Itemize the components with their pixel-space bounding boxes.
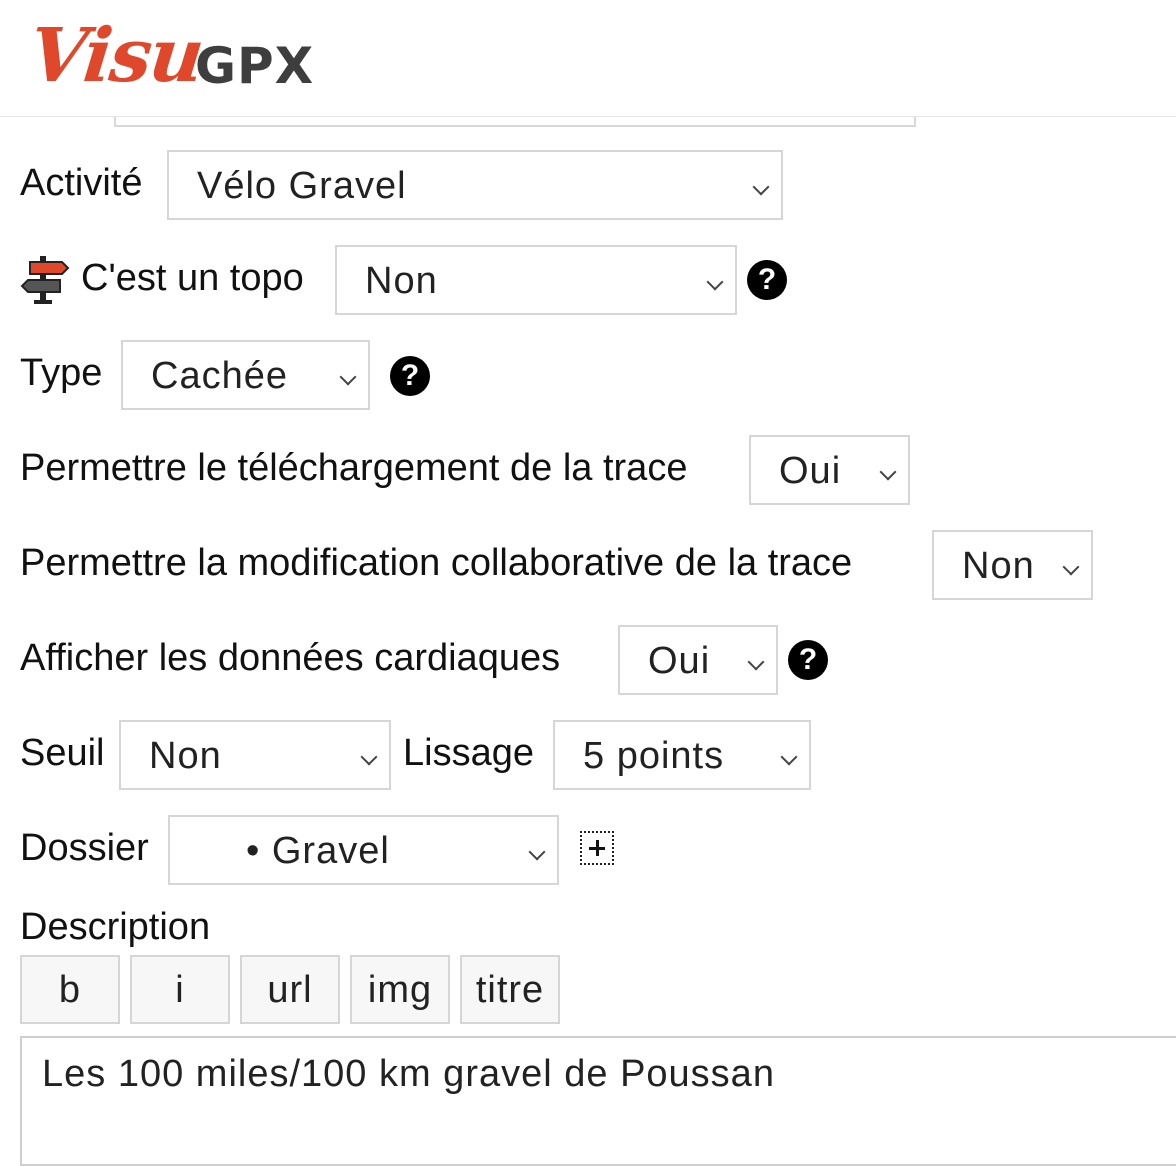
chevron-down-icon bbox=[752, 178, 770, 196]
cardiac-select-value: Oui bbox=[648, 640, 711, 682]
signpost-icon bbox=[20, 256, 70, 304]
app-header: Visu GPX bbox=[0, 0, 1176, 117]
type-select-value: Cachée bbox=[151, 355, 288, 397]
folder-select[interactable]: • Gravel bbox=[168, 815, 559, 885]
bold-button[interactable]: b bbox=[20, 955, 120, 1024]
chevron-down-icon bbox=[706, 273, 724, 291]
chevron-down-icon bbox=[339, 368, 357, 386]
type-select[interactable]: Cachée bbox=[121, 340, 370, 410]
chevron-down-icon bbox=[879, 463, 897, 481]
help-icon[interactable]: ? bbox=[747, 260, 787, 300]
description-textarea[interactable]: Les 100 miles/100 km gravel de Poussan bbox=[20, 1036, 1176, 1166]
download-label: Permettre le téléchargement de la trace bbox=[20, 447, 688, 489]
smoothing-label: Lissage bbox=[403, 732, 534, 774]
activity-select-value: Vélo Gravel bbox=[197, 165, 407, 207]
help-icon[interactable]: ? bbox=[390, 356, 430, 396]
image-button[interactable]: img bbox=[350, 955, 450, 1024]
collab-label: Permettre la modification collaborative … bbox=[20, 542, 853, 584]
logo-block-text: GPX bbox=[195, 37, 315, 95]
type-label: Type bbox=[20, 352, 103, 394]
cardiac-select[interactable]: Oui bbox=[618, 625, 778, 695]
add-folder-button[interactable] bbox=[580, 831, 614, 865]
help-icon[interactable]: ? bbox=[788, 640, 828, 680]
folder-select-value: • Gravel bbox=[246, 830, 390, 872]
collab-select[interactable]: Non bbox=[932, 530, 1093, 600]
url-button[interactable]: url bbox=[240, 955, 340, 1024]
activity-select[interactable]: Vélo Gravel bbox=[167, 150, 783, 220]
chevron-down-icon bbox=[360, 748, 378, 766]
threshold-select-value: Non bbox=[149, 735, 222, 777]
chevron-down-icon bbox=[747, 653, 765, 671]
italic-button[interactable]: i bbox=[130, 955, 230, 1024]
heading-button[interactable]: titre bbox=[460, 955, 560, 1024]
logo-script-text: Visu bbox=[25, 13, 207, 99]
activity-label: Activité bbox=[20, 162, 143, 204]
topo-label: C'est un topo bbox=[81, 257, 304, 299]
chevron-down-icon bbox=[780, 748, 798, 766]
topo-select-value: Non bbox=[365, 260, 438, 302]
folder-label: Dossier bbox=[20, 827, 149, 869]
smoothing-select[interactable]: 5 points bbox=[553, 720, 811, 790]
download-select[interactable]: Oui bbox=[749, 435, 910, 505]
topo-select[interactable]: Non bbox=[335, 245, 737, 315]
threshold-label: Seuil bbox=[20, 732, 105, 774]
threshold-select[interactable]: Non bbox=[119, 720, 391, 790]
chevron-down-icon bbox=[528, 843, 546, 861]
collab-select-value: Non bbox=[962, 545, 1035, 587]
cardiac-label: Afficher les données cardiaques bbox=[20, 637, 561, 679]
smoothing-select-value: 5 points bbox=[583, 735, 725, 777]
download-select-value: Oui bbox=[779, 450, 842, 492]
description-label: Description bbox=[20, 906, 211, 948]
chevron-down-icon bbox=[1062, 558, 1080, 576]
